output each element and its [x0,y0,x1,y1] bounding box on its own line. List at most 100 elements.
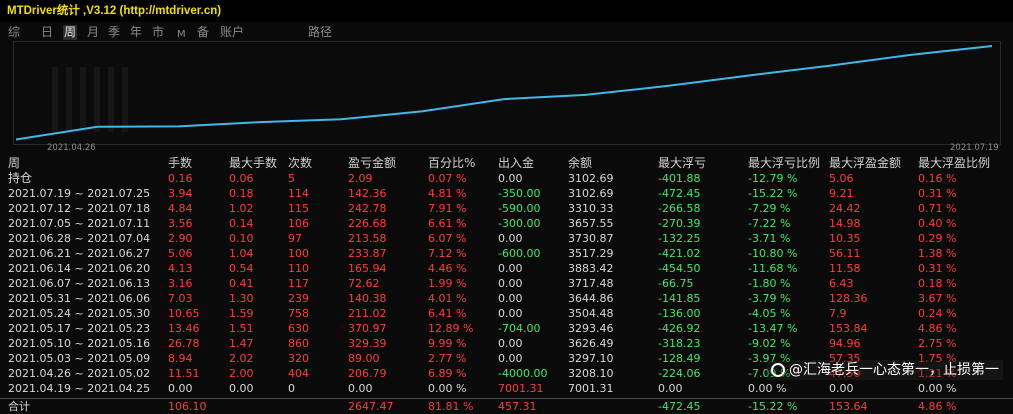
table-row[interactable]: 2021.04.19 ~ 2021.04.25 0.00 0.00 0 0.00 0.00… [0,381,1013,396]
table-cell: 7.91 % [428,202,467,215]
column-header[interactable]: 最大浮盈比例 [918,156,990,171]
tab-path[interactable]: 路径 [307,25,333,40]
table-cell: 2021.05.17 ~ 2021.05.23 [8,322,151,335]
tab-month[interactable]: 月 [86,25,100,40]
table-cell: 370.97 [348,322,387,335]
column-header[interactable]: 周 [8,156,20,171]
table-cell: 106 [288,217,309,230]
table-row[interactable]: 2021.05.31 ~ 2021.06.06 7.03 1.30 239 140.38… [0,291,1013,306]
table-cell: 226.68 [348,217,387,230]
table-row[interactable]: 2021.06.28 ~ 2021.07.04 2.90 0.10 97 213.58 6… [0,231,1013,246]
tab-quarter[interactable]: 季 [107,25,121,40]
column-header[interactable]: 次数 [288,156,312,171]
table-cell: -318.23 [658,337,701,350]
table-cell: -66.75 [658,277,694,290]
equity-line [15,45,993,141]
table-cell: -4.05 % [748,307,791,320]
column-header[interactable]: 百分比% [428,156,475,171]
table-cell: -224.06 [658,367,701,380]
table-cell: 0.40 % [918,217,957,230]
table-cell: 211.02 [348,307,387,320]
table-cell: 11.58 [829,262,861,275]
table-cell: 3644.86 [568,292,614,305]
table-cell: 153.84 [829,322,868,335]
table-row[interactable]: 持仓 0.16 0.06 5 2.09 0.07 % 0.00 3102.69 -401.88 -… [0,171,1013,186]
tab-week[interactable]: 周 [63,25,78,40]
table-row[interactable]: 2021.05.17 ~ 2021.05.23 13.46 1.51 630 370.9… [0,321,1013,336]
tab-note[interactable]: 备 [196,25,210,40]
table-cell: 0.24 % [918,307,957,320]
table-cell: 3717.48 [568,277,614,290]
table-cell: 404 [288,367,309,380]
table-cell: 3517.29 [568,247,614,260]
table-cell: 14.98 [829,217,861,230]
table-cell: 13.46 [168,322,200,335]
table-row[interactable]: 2021.07.19 ~ 2021.07.25 3.94 0.18 114 142.36… [0,186,1013,201]
table-cell: 0.31 % [918,187,957,200]
table-cell: 128.36 [829,292,868,305]
table-cell: 1.38 % [918,247,957,260]
table-cell: 7.12 % [428,247,467,260]
column-header[interactable]: 最大手数 [229,156,277,171]
table-cell: 26.78 [168,337,200,350]
tab-m[interactable]: M [176,27,187,42]
total-cell: 合计 [8,400,30,413]
table-cell: 0.41 [229,277,254,290]
total-cell: -15.22 % [748,400,798,413]
table-row[interactable]: 2021.06.14 ~ 2021.06.20 4.13 0.54 110 165.94… [0,261,1013,276]
tab-overview[interactable]: 综 [7,25,21,40]
table-cell: 0.07 % [428,172,467,185]
table-cell: 0.00 % [428,382,467,395]
table-row[interactable]: 2021.06.21 ~ 2021.06.27 5.06 1.04 100 233.87… [0,246,1013,261]
table-cell: 2.09 [348,172,373,185]
tab-market[interactable]: 市 [151,25,165,40]
table-cell: 0.00 [498,262,523,275]
table-cell: -13.47 % [748,322,798,335]
table-cell: 242.78 [348,202,387,215]
column-header[interactable]: 手数 [168,156,192,171]
table-cell: 4.81 % [428,187,467,200]
table-row[interactable]: 2021.07.12 ~ 2021.07.18 4.84 1.02 115 242.78… [0,201,1013,216]
table-cell: 0.06 [229,172,254,185]
table-cell: 12.89 % [428,322,474,335]
total-cell: 81.81 % [428,400,474,413]
tab-year[interactable]: 年 [129,25,143,40]
table-cell: 3293.46 [568,322,614,335]
column-header[interactable]: 最大浮盈金额 [829,156,901,171]
table-cell: 0.00 [498,232,523,245]
table-cell: 3626.49 [568,337,614,350]
tab-day[interactable]: 日 [40,25,54,40]
table-cell: 3102.69 [568,172,614,185]
weibo-icon [771,363,785,377]
table-cell: 8.94 [168,352,193,365]
table-row[interactable]: 2021.07.05 ~ 2021.07.11 3.56 0.14 106 226.68… [0,216,1013,231]
table-cell: -704.00 [498,322,541,335]
table-cell: -600.00 [498,247,541,260]
table-cell: 2.90 [168,232,193,245]
table-cell: 2021.05.03 ~ 2021.05.09 [8,352,151,365]
table-cell: 3102.69 [568,187,614,200]
column-header[interactable]: 余额 [568,156,592,171]
column-header[interactable]: 最大浮亏 [658,156,706,171]
column-header[interactable]: 出入金 [498,156,534,171]
table-cell: 5.06 [829,172,854,185]
table-cell: 2021.06.28 ~ 2021.07.04 [8,232,151,245]
column-header[interactable]: 最大浮亏比例 [748,156,820,171]
table-cell: 3310.33 [568,202,614,215]
tab-account[interactable]: 账户 [219,25,245,40]
table-cell: 1.99 % [428,277,467,290]
table-row[interactable]: 2021.05.10 ~ 2021.05.16 26.78 1.47 860 329.3… [0,336,1013,351]
column-header[interactable]: 盈亏金额 [348,156,396,171]
table-cell: 2021.06.14 ~ 2021.06.20 [8,262,151,275]
table-cell: 1.30 [229,292,254,305]
table-cell: -4000.00 [498,367,548,380]
table-row[interactable]: 2021.06.07 ~ 2021.06.13 3.16 0.41 117 72.62 1… [0,276,1013,291]
table-cell: -300.00 [498,217,541,230]
table-cell: 9.99 % [428,337,467,350]
table-cell: 4.46 % [428,262,467,275]
table-cell: 4.86 % [918,322,957,335]
volume-bar [122,67,128,132]
period-tab-bar: 综 日 周 月 季 年 市 M 备 账户 路径 [0,22,1013,42]
table-row[interactable]: 2021.05.24 ~ 2021.05.30 10.65 1.59 758 211.0… [0,306,1013,321]
total-cell: 2647.47 [348,400,394,413]
